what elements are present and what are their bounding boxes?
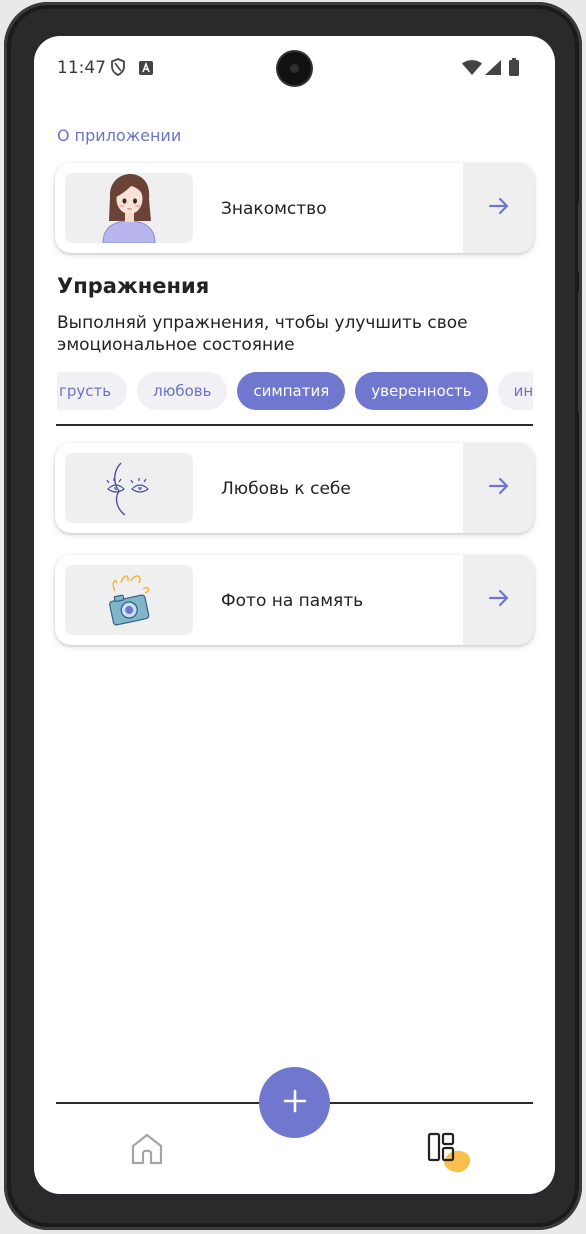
about-app-link[interactable]: О приложении bbox=[57, 126, 181, 145]
add-button[interactable] bbox=[259, 1067, 330, 1138]
intro-card[interactable]: Знакомство bbox=[55, 163, 534, 253]
camera-illustration bbox=[65, 565, 193, 635]
arrow-right-icon bbox=[488, 196, 510, 220]
app-screen: 11:47 О приложении Знакомство Упражнения… bbox=[34, 36, 555, 1194]
status-bar: 11:47 bbox=[34, 36, 555, 100]
intro-card-title: Знакомство bbox=[221, 199, 327, 219]
exercise-card-title: Любовь к себе bbox=[221, 479, 351, 499]
chip-0[interactable]: грусть bbox=[57, 372, 128, 410]
status-time: 11:47 bbox=[57, 58, 106, 78]
volume-button bbox=[578, 202, 582, 272]
exercise-card-photo[interactable]: Фото на память bbox=[55, 555, 534, 645]
intro-open-button[interactable] bbox=[463, 163, 534, 253]
exercise-open-button[interactable] bbox=[463, 555, 534, 645]
arrow-right-icon bbox=[488, 476, 510, 500]
wifi-icon bbox=[462, 60, 482, 79]
chip-1[interactable]: любовь bbox=[137, 372, 228, 410]
exercise-card-self-love[interactable]: Любовь к себе bbox=[55, 443, 534, 533]
chip-3[interactable]: уверенность bbox=[355, 372, 488, 410]
phone-frame: 11:47 О приложении Знакомство Упражнения… bbox=[4, 2, 582, 1230]
power-button bbox=[578, 292, 582, 412]
exercises-description: Выполняй упражнения, чтобы улучшить свое… bbox=[57, 313, 468, 355]
add-icon bbox=[283, 1089, 307, 1117]
font-a-icon bbox=[139, 60, 153, 79]
chip-4[interactable]: ин bbox=[497, 372, 533, 410]
chip-2[interactable]: симпатия bbox=[237, 372, 346, 410]
emotion-filter-chips[interactable]: грусть любовь симпатия уверенность ин bbox=[57, 372, 533, 410]
shield-icon bbox=[110, 58, 126, 80]
chips-divider bbox=[56, 424, 533, 426]
front-camera bbox=[278, 52, 311, 85]
exercise-open-button[interactable] bbox=[463, 443, 534, 533]
arrow-right-icon bbox=[488, 588, 510, 612]
signal-icon bbox=[485, 60, 501, 79]
battery-icon bbox=[509, 58, 519, 80]
girl-illustration bbox=[65, 173, 193, 243]
self-love-illustration bbox=[65, 453, 193, 523]
exercises-heading: Упражнения bbox=[57, 274, 210, 298]
home-icon[interactable] bbox=[130, 1132, 164, 1166]
dashboard-icon[interactable] bbox=[427, 1132, 475, 1174]
exercise-card-title: Фото на память bbox=[221, 591, 364, 611]
